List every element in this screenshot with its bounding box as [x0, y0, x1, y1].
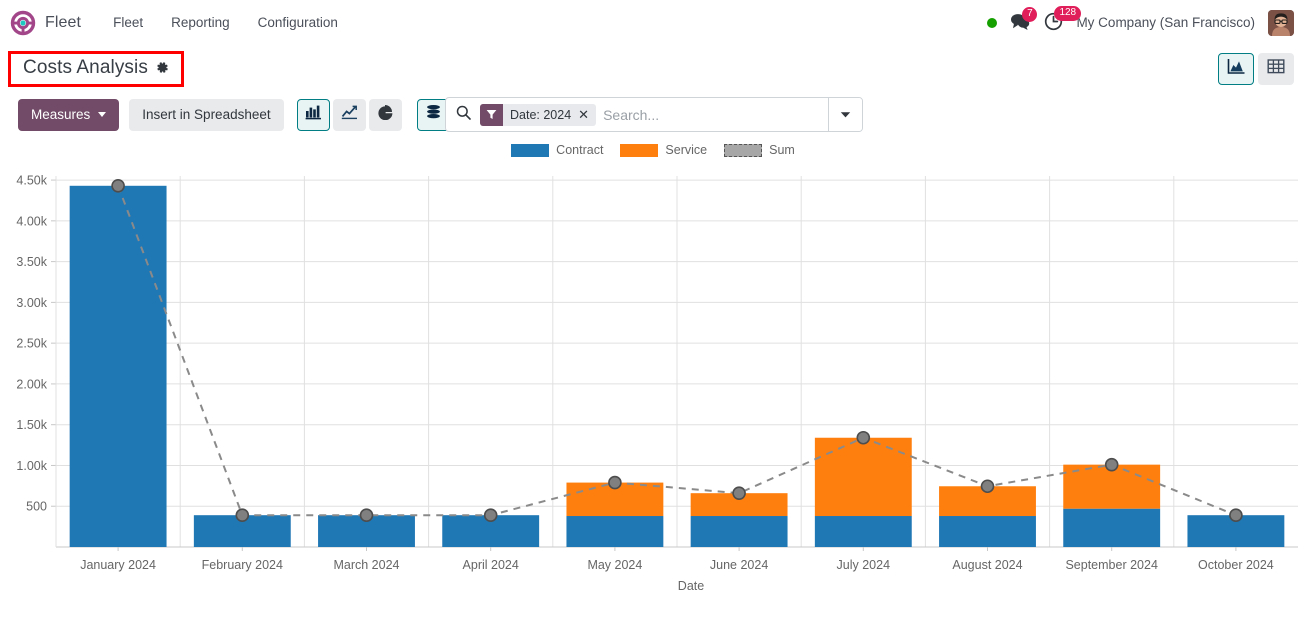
control-panel: Costs Analysis Date: 2024 ✕ — [0, 45, 1306, 132]
brand-home-link[interactable]: Fleet — [10, 10, 81, 36]
chart-legend: Contract Service Sum — [0, 137, 1306, 163]
chevron-down-icon — [840, 106, 851, 124]
graph-chart[interactable]: 500 1.00k 1.50k 2.00k 2.50k 3.00k 3.50k 4.00k 4.… — [0, 163, 1306, 603]
breadcrumb: Costs Analysis — [8, 50, 184, 87]
brand-name: Fleet — [45, 13, 82, 31]
nav-item-configuration[interactable]: Configuration — [244, 9, 352, 36]
chart-bar-segment[interactable] — [939, 516, 1036, 547]
y-axis-tick-label: 4.50k — [16, 174, 47, 188]
line-chart-button[interactable] — [332, 98, 366, 131]
main-nav: Fleet Reporting Configuration — [99, 9, 352, 36]
legend-swatch-contract — [511, 143, 550, 157]
graph-view-button[interactable] — [1218, 52, 1254, 85]
x-axis-tick-label: February 2024 — [202, 558, 283, 572]
sum-point[interactable] — [856, 430, 871, 445]
chart-bar-segment[interactable] — [1063, 508, 1161, 547]
company-switcher[interactable]: My Company (San Francisco) — [1076, 15, 1255, 30]
gear-icon[interactable] — [148, 61, 169, 74]
y-axis-tick-label: 2.00k — [16, 377, 47, 391]
x-axis-tick-label: January 2024 — [80, 558, 156, 572]
sum-point[interactable] — [483, 508, 498, 523]
x-axis-tick-label: June 2024 — [710, 558, 768, 572]
pie-chart-icon — [377, 104, 394, 125]
search-facet-label: Date: 2024 — [510, 107, 572, 122]
sum-point[interactable] — [1104, 457, 1119, 472]
sum-point[interactable] — [235, 508, 250, 523]
x-axis-tick-label: July 2024 — [837, 558, 891, 572]
sum-point[interactable] — [111, 178, 125, 193]
x-axis-tick-label: March 2024 — [333, 558, 399, 572]
table-grid-icon — [1267, 58, 1285, 80]
caret-down-icon — [98, 112, 107, 117]
chart-bar-segment[interactable] — [69, 185, 167, 547]
navbar-systray: 7 128 My Company (San Francisco) — [987, 5, 1294, 36]
chart-bar-segment[interactable] — [814, 437, 912, 517]
sum-point[interactable] — [359, 508, 374, 523]
nav-item-reporting[interactable]: Reporting — [157, 9, 244, 36]
chart-bar-segment[interactable] — [566, 516, 664, 547]
online-status-dot — [987, 17, 998, 28]
area-chart-icon — [1227, 58, 1245, 80]
search-toggle-button[interactable] — [828, 98, 862, 131]
search-view: Date: 2024 ✕ — [445, 97, 863, 132]
nav-item-fleet[interactable]: Fleet — [99, 9, 157, 36]
measures-label: Measures — [31, 107, 91, 122]
filter-icon — [480, 103, 503, 126]
stacked-icon — [425, 104, 442, 125]
view-switcher — [1218, 52, 1294, 85]
sum-point[interactable] — [732, 486, 746, 500]
legend-label-contract: Contract — [556, 143, 604, 157]
chart-bar-segment[interactable] — [814, 516, 912, 547]
y-axis-tick-label: 3.50k — [16, 255, 47, 269]
y-axis-tick-label: 1.00k — [16, 459, 47, 473]
activities-button[interactable]: 128 — [1044, 5, 1082, 34]
messages-button[interactable]: 7 — [1010, 6, 1038, 33]
sum-point[interactable] — [608, 475, 622, 490]
legend-swatch-service — [620, 143, 659, 157]
sum-point[interactable] — [980, 479, 995, 494]
search-input[interactable] — [596, 98, 828, 131]
legend-label-service: Service — [665, 143, 708, 157]
legend-item-contract[interactable]: Contract — [511, 143, 603, 157]
measures-button[interactable]: Measures — [18, 98, 120, 131]
sum-point[interactable] — [1229, 508, 1243, 523]
pivot-view-button[interactable] — [1258, 52, 1294, 85]
y-axis-tick-label: 1.50k — [16, 418, 47, 432]
x-axis-tick-label: August 2024 — [952, 558, 1022, 572]
pie-chart-button[interactable] — [368, 98, 402, 131]
line-chart-icon — [341, 104, 358, 125]
x-axis-title: Date — [678, 579, 704, 593]
y-axis-tick-label: 4.00k — [16, 214, 47, 228]
legend-swatch-sum — [724, 143, 763, 157]
close-icon[interactable]: ✕ — [576, 108, 596, 121]
chart-canvas[interactable]: 500 1.00k 1.50k 2.00k 2.50k 3.00k 3.50k 4.00k 4.… — [0, 163, 1306, 603]
insert-in-spreadsheet-button[interactable]: Insert in Spreadsheet — [129, 98, 284, 131]
legend-item-service[interactable]: Service — [620, 143, 707, 157]
y-axis-tick-label: 3.00k — [16, 296, 47, 310]
bar-chart-icon — [305, 104, 322, 125]
messages-count-badge: 7 — [1022, 6, 1038, 22]
x-axis-tick-label: September 2024 — [1065, 558, 1157, 572]
chart-type-group — [296, 98, 402, 131]
x-axis-tick-label: April 2024 — [463, 558, 519, 572]
search-icon — [456, 105, 471, 125]
legend-item-sum[interactable]: Sum — [724, 143, 795, 157]
page-title: Costs Analysis — [23, 56, 148, 78]
y-axis-tick-label: 2.50k — [16, 337, 47, 351]
bar-chart-button[interactable] — [296, 98, 330, 131]
legend-label-sum: Sum — [769, 143, 795, 157]
steering-wheel-icon — [10, 10, 36, 36]
avatar[interactable] — [1268, 9, 1294, 36]
x-axis-tick-label: October 2024 — [1198, 558, 1274, 572]
chart-bar-segment[interactable] — [690, 516, 788, 547]
top-navbar: Fleet Fleet Reporting Configuration 7 12… — [0, 0, 1306, 45]
search-facet-date[interactable]: Date: 2024 ✕ — [480, 103, 597, 126]
x-axis-tick-label: May 2024 — [587, 558, 642, 572]
activities-count-badge: 128 — [1054, 5, 1082, 21]
y-axis-tick-label: 500 — [26, 500, 47, 514]
